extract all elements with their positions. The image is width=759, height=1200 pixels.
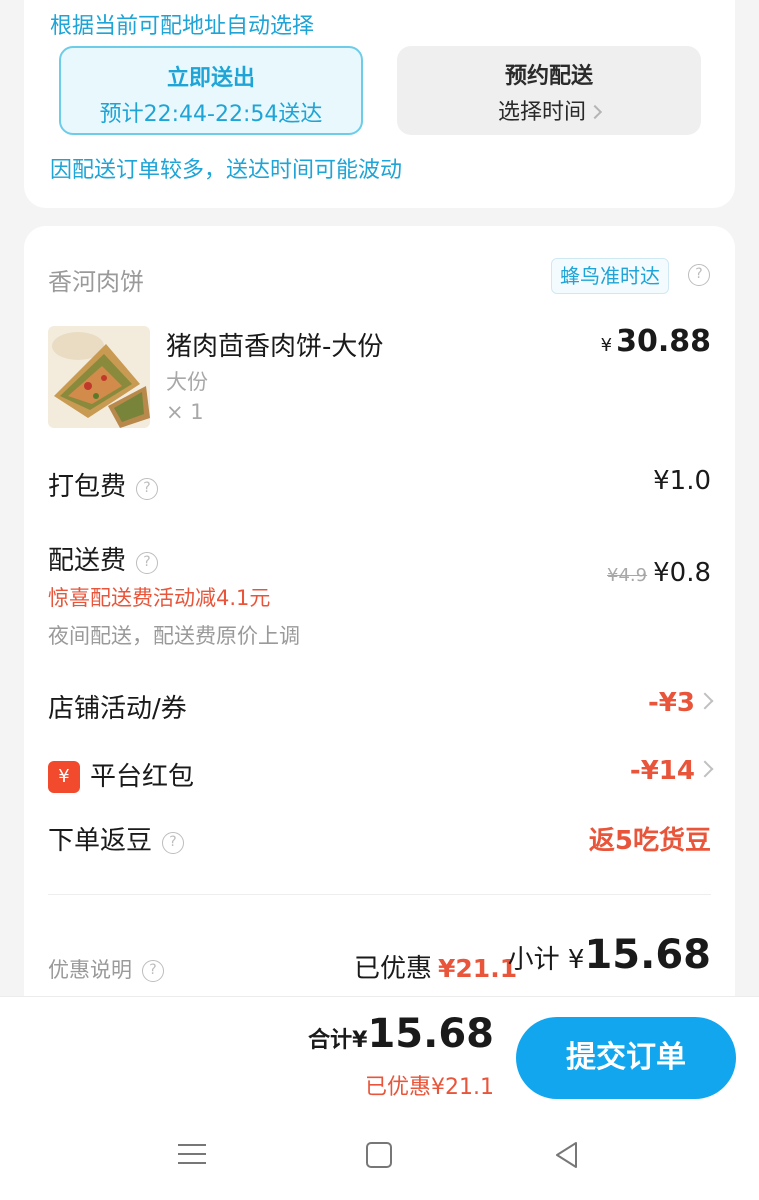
- deliver-now-eta: 预计22:44-22:54送达: [99, 102, 323, 127]
- fengniao-help-icon[interactable]: ?: [688, 264, 710, 286]
- subtotal: 小计 ¥15.68: [508, 932, 711, 978]
- total-amount: 15.68: [367, 1011, 494, 1057]
- subtotal-label: 小计: [507, 945, 560, 975]
- platform-redpacket-label: ¥ 平台红包: [48, 756, 194, 793]
- submit-order-button[interactable]: 提交订单: [516, 1017, 736, 1099]
- packing-fee-value: ¥1.0: [653, 466, 711, 496]
- platform-redpacket-value: -¥14: [629, 756, 695, 786]
- shop-promo-value: -¥3: [648, 688, 695, 718]
- chevron-right-icon: [696, 692, 714, 710]
- divider: [48, 894, 711, 895]
- delivery-fee-promo: 惊喜配送费活动减4.1元: [48, 586, 271, 610]
- busy-delivery-hint: 因配送订单较多，送达时间可能波动: [50, 158, 403, 183]
- back-icon[interactable]: [552, 1140, 584, 1170]
- question-icon[interactable]: ?: [136, 552, 159, 574]
- meat-pie-image: [48, 326, 150, 428]
- delivery-fee-label: 配送费?: [48, 540, 159, 577]
- bean-reward-label: 下单返豆?: [48, 820, 185, 857]
- food-spec: 大份: [166, 370, 208, 394]
- chevron-right-icon: [696, 760, 714, 778]
- scheduled-delivery-option[interactable]: 预约配送 选择时间: [397, 46, 701, 135]
- bean-reward-text: 下单返豆: [48, 826, 153, 856]
- platform-redpacket-text: 平台红包: [90, 762, 195, 792]
- price-currency: ¥: [600, 335, 613, 356]
- total-discount: 已优惠¥21.1: [365, 1075, 494, 1100]
- delivery-fee-original: ¥4.9: [607, 565, 648, 586]
- delivery-fee-text: 配送费: [48, 546, 127, 576]
- question-icon: ?: [142, 960, 164, 982]
- shop-name: 香河肉饼: [48, 268, 144, 296]
- packing-fee-text: 打包费: [48, 472, 127, 502]
- subtotal-amount: 15.68: [584, 932, 711, 978]
- choose-time-text: 选择时间: [497, 100, 586, 125]
- chevron-right-icon: [587, 104, 603, 120]
- food-thumbnail[interactable]: [48, 326, 150, 428]
- discounted-amount: ¥21.1: [438, 954, 518, 983]
- total-label: 合计¥: [308, 1028, 368, 1053]
- delivery-fee-current: ¥0.8: [653, 558, 711, 588]
- night-delivery-note: 夜间配送，配送费原价上调: [48, 624, 300, 648]
- discount-explanation[interactable]: 优惠说明?: [48, 954, 164, 984]
- home-icon[interactable]: [366, 1142, 392, 1168]
- checkout-bar: 合计¥15.68 已优惠¥21.1 提交订单: [0, 996, 759, 1108]
- fengniao-ontime-badge[interactable]: 蜂鸟准时达: [551, 258, 669, 294]
- auto-select-hint: 根据当前可配地址自动选择: [50, 14, 315, 39]
- subtotal-currency: ¥: [567, 945, 585, 975]
- discounted-summary: 已优惠 ¥21.1: [354, 948, 517, 985]
- question-icon[interactable]: ?: [136, 478, 159, 500]
- delivery-time-card: 根据当前可配地址自动选择 立即送出 预计22:44-22:54送达 预约配送 选…: [24, 0, 735, 208]
- question-icon[interactable]: ?: [162, 832, 185, 854]
- shop-promo-label: 店铺活动/券: [48, 694, 187, 724]
- deliver-now-title: 立即送出: [166, 66, 255, 91]
- discounted-label: 已优惠: [354, 954, 433, 984]
- scheduled-delivery-title: 预约配送: [504, 64, 593, 89]
- system-nav-bar: [0, 1108, 759, 1200]
- packing-fee-label: 打包费?: [48, 466, 159, 503]
- redpacket-icon: ¥: [48, 761, 80, 793]
- question-icon: ?: [688, 264, 710, 286]
- food-name: 猪肉茴香肉饼-大份: [166, 332, 384, 362]
- delivery-fee-value: ¥4.9 ¥0.8: [607, 558, 711, 588]
- order-total: 合计¥15.68: [308, 1011, 494, 1057]
- menu-icon[interactable]: [176, 1140, 208, 1170]
- deliver-now-option[interactable]: 立即送出 预计22:44-22:54送达: [59, 46, 363, 135]
- shop-promo-row[interactable]: -¥3: [648, 688, 714, 718]
- choose-time-label: 选择时间: [397, 94, 701, 126]
- food-price: ¥30.88: [601, 324, 711, 359]
- discount-explanation-text: 优惠说明: [48, 958, 132, 982]
- food-quantity: × 1: [166, 400, 204, 424]
- price-amount: 30.88: [616, 324, 711, 359]
- order-summary-card: 香河肉饼 蜂鸟准时达 ? 猪肉茴香肉饼-大份 大份 × 1 ¥30.88 打包费…: [24, 226, 735, 1016]
- platform-redpacket-row[interactable]: -¥14: [629, 756, 714, 786]
- bean-reward-value: 返5吃货豆: [588, 826, 711, 856]
